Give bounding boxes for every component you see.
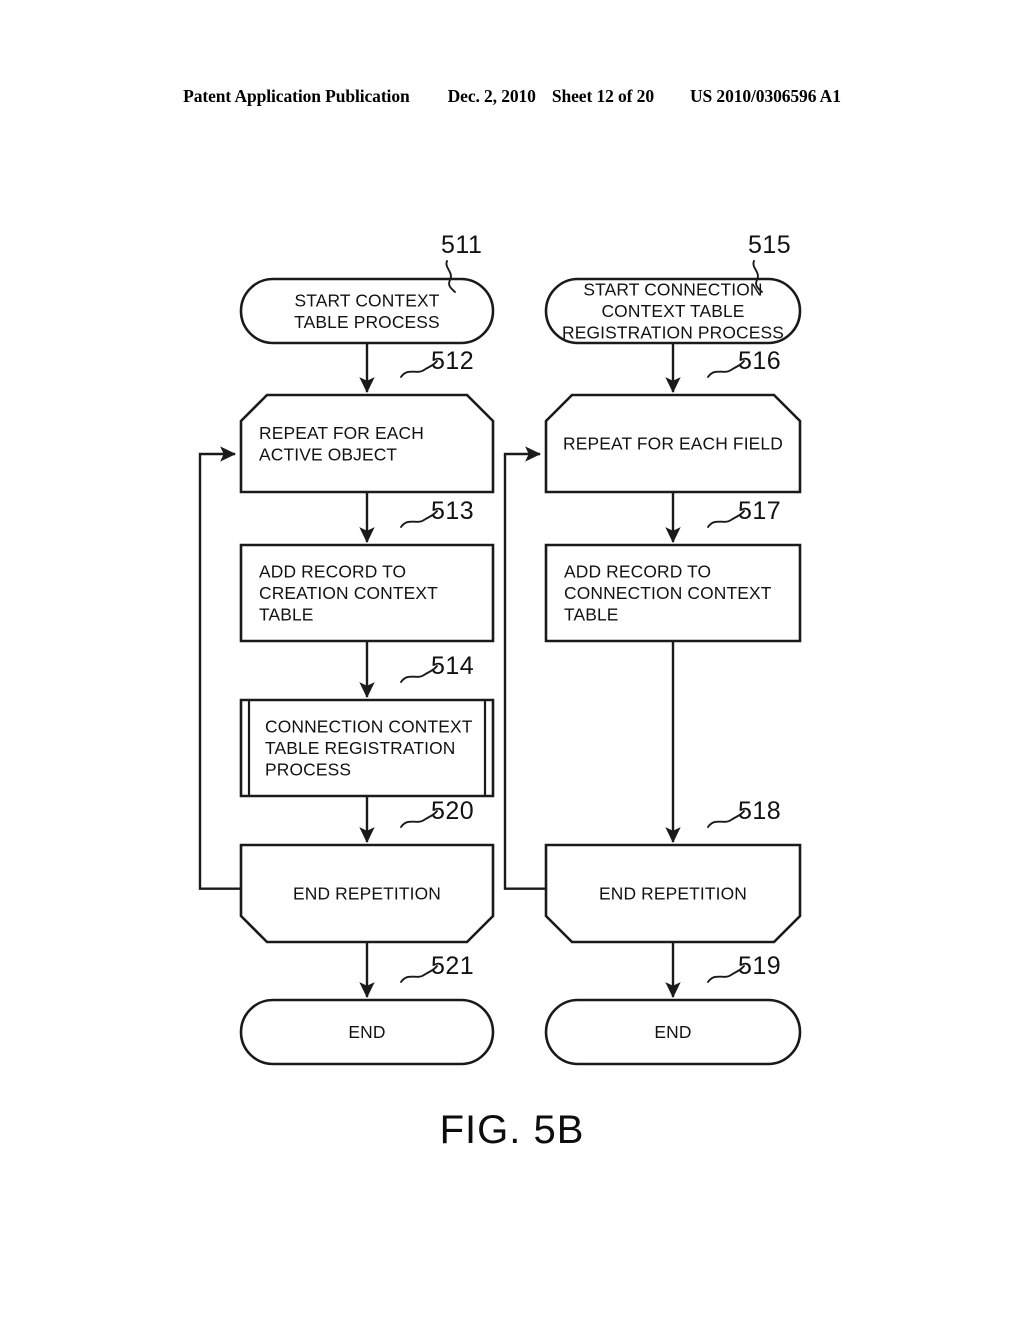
node-label-line: END REPETITION [293, 884, 441, 904]
node-label-line: TABLE [259, 605, 314, 625]
figure-caption: FIG. 5B [439, 1108, 585, 1152]
reference-number: 511 [441, 231, 482, 259]
node-label-line: END REPETITION [599, 884, 747, 904]
node-label-line: REPEAT FOR EACH FIELD [563, 434, 783, 454]
flow-node-520: END REPETITION [239, 843, 495, 944]
flow-node-511: START CONTEXTTABLE PROCESS [239, 277, 495, 345]
reference-callout-518: 518 [707, 797, 781, 828]
node-label-line: REPEAT FOR EACH [259, 423, 424, 443]
node-label-line: TABLE [564, 605, 619, 625]
reference-callout-514: 514 [400, 652, 474, 683]
flow-node-519: END [544, 998, 802, 1066]
flowchart-shapes: START CONTEXTTABLE PROCESSREPEAT FOR EAC… [239, 277, 802, 1066]
node-label-line: CONNECTION CONTEXT [265, 717, 473, 737]
node-label-line: ACTIVE OBJECT [259, 444, 397, 464]
node-label-line: TABLE PROCESS [294, 312, 440, 332]
node-label-line: ADD RECORD TO [259, 562, 406, 582]
reference-callout-513: 513 [400, 497, 474, 528]
flow-node-513: ADD RECORD TOCREATION CONTEXTTABLE [239, 543, 495, 643]
reference-callout-519: 519 [707, 952, 781, 983]
reference-callout-516: 516 [707, 347, 781, 378]
reference-callout-517: 517 [707, 497, 781, 528]
node-label-line: START CONTEXT [295, 290, 440, 310]
right-loopback [503, 446, 546, 890]
node-label-line: TABLE REGISTRATION [265, 738, 455, 758]
flow-node-518: END REPETITION [544, 843, 802, 944]
node-label-line: REGISTRATION PROCESS [562, 323, 784, 343]
flow-node-521: END [239, 998, 495, 1066]
flow-node-517: ADD RECORD TOCONNECTION CONTEXTTABLE [544, 543, 802, 643]
node-label-line: PROCESS [265, 760, 351, 780]
patent-page: Patent Application Publication Dec. 2, 2… [0, 0, 1024, 1320]
node-label-line: CREATION CONTEXT [259, 583, 438, 603]
flow-node-516: REPEAT FOR EACH FIELD [544, 393, 802, 494]
flow-node-515: START CONNECTIONCONTEXT TABLEREGISTRATIO… [544, 277, 802, 345]
node-label-line: START CONNECTION [583, 280, 762, 300]
reference-callout-520: 520 [400, 797, 474, 828]
reference-callout-521: 521 [400, 952, 474, 983]
left-loopback [198, 446, 241, 890]
node-label-line: CONNECTION CONTEXT [564, 583, 772, 603]
reference-number: 515 [748, 231, 791, 259]
node-label-line: ADD RECORD TO [564, 562, 711, 582]
reference-callout-512: 512 [400, 347, 474, 378]
flow-node-512: REPEAT FOR EACHACTIVE OBJECT [239, 393, 495, 494]
node-label-line: CONTEXT TABLE [601, 301, 744, 321]
node-label-line: END [654, 1022, 691, 1042]
node-label-line: END [348, 1022, 385, 1042]
flow-node-514: CONNECTION CONTEXTTABLE REGISTRATIONPROC… [239, 698, 495, 798]
